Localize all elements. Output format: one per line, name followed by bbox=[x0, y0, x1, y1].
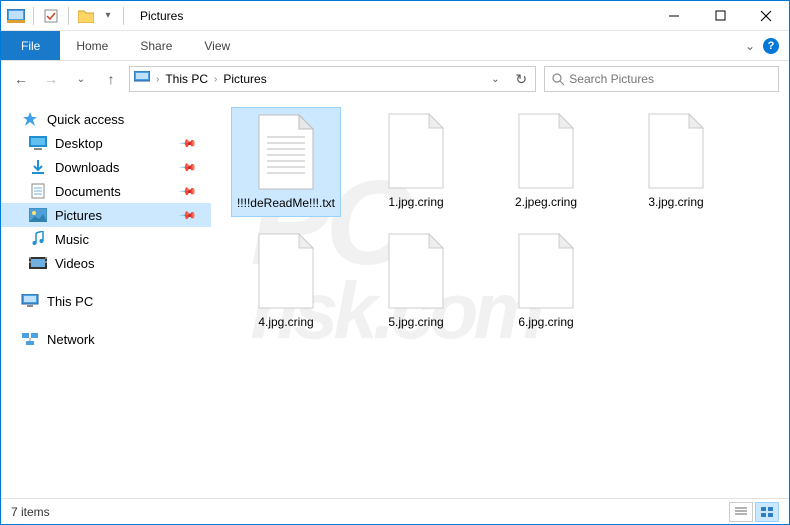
sidebar-item-label: Downloads bbox=[55, 160, 119, 175]
minimize-button[interactable] bbox=[651, 1, 697, 31]
file-label: 2.jpeg.cring bbox=[515, 195, 577, 211]
music-icon bbox=[29, 230, 47, 248]
ribbon: File Home Share View ⌄ ? bbox=[1, 31, 789, 61]
help-icon[interactable]: ? bbox=[763, 38, 779, 54]
maximize-button[interactable] bbox=[697, 1, 743, 31]
status-count: 7 items bbox=[11, 505, 50, 519]
sidebar-item-label: Videos bbox=[55, 256, 95, 271]
details-view-button[interactable] bbox=[729, 502, 753, 522]
sidebar-network[interactable]: Network bbox=[1, 327, 211, 351]
star-icon bbox=[21, 110, 39, 128]
file-tab[interactable]: File bbox=[1, 31, 60, 60]
file-list[interactable]: !!!!deReadMe!!!.txt 1.jpg.cring 2.jpeg.cri… bbox=[211, 97, 789, 499]
file-label: 1.jpg.cring bbox=[388, 195, 443, 211]
sidebar-thispc[interactable]: This PC bbox=[1, 289, 211, 313]
network-icon bbox=[21, 330, 39, 348]
search-icon bbox=[551, 72, 565, 86]
sidebar-item-label: Pictures bbox=[55, 208, 102, 223]
search-input[interactable] bbox=[569, 72, 772, 86]
documents-icon bbox=[29, 182, 47, 200]
addressbar[interactable]: › This PC › Pictures ⌄ ↻ bbox=[129, 66, 536, 92]
crumb-thispc[interactable]: This PC bbox=[161, 72, 212, 86]
pin-icon: 📌 bbox=[179, 206, 198, 225]
blank-file-icon bbox=[641, 111, 711, 191]
file-label: 3.jpg.cring bbox=[648, 195, 703, 211]
thumbnails-view-button[interactable] bbox=[755, 502, 779, 522]
sidebar-item-music[interactable]: Music bbox=[1, 227, 211, 251]
sidebar-item-pictures[interactable]: Pictures 📌 bbox=[1, 203, 211, 227]
up-button[interactable]: ↑ bbox=[101, 69, 121, 89]
file-item[interactable]: 3.jpg.cring bbox=[621, 107, 731, 217]
file-item[interactable]: 6.jpg.cring bbox=[491, 227, 601, 335]
blank-file-icon bbox=[381, 231, 451, 311]
close-button[interactable] bbox=[743, 1, 789, 31]
crumb-pictures[interactable]: Pictures bbox=[219, 72, 270, 86]
qat-properties-icon[interactable] bbox=[42, 7, 60, 25]
chevron-right-icon[interactable]: › bbox=[214, 74, 217, 85]
sidebar-item-desktop[interactable]: Desktop 📌 bbox=[1, 131, 211, 155]
file-label: 4.jpg.cring bbox=[258, 315, 313, 331]
file-item[interactable]: 2.jpeg.cring bbox=[491, 107, 601, 217]
expand-ribbon-icon[interactable]: ⌄ bbox=[745, 39, 755, 53]
statusbar: 7 items bbox=[1, 498, 789, 524]
file-item[interactable]: 4.jpg.cring bbox=[231, 227, 341, 335]
titlebar: ▾ Pictures bbox=[1, 1, 789, 31]
address-dropdown-icon[interactable]: ⌄ bbox=[485, 69, 505, 89]
thispc-crumb-icon bbox=[134, 71, 150, 87]
file-item[interactable]: !!!!deReadMe!!!.txt bbox=[231, 107, 341, 217]
recent-dropdown-icon[interactable]: ⌄ bbox=[71, 69, 91, 89]
blank-file-icon bbox=[511, 111, 581, 191]
chevron-right-icon[interactable]: › bbox=[156, 74, 159, 85]
folder-icon[interactable] bbox=[77, 7, 95, 25]
file-item[interactable]: 5.jpg.cring bbox=[361, 227, 471, 335]
searchbox[interactable] bbox=[544, 66, 779, 92]
forward-button[interactable]: → bbox=[41, 69, 61, 89]
sidebar-item-label: This PC bbox=[47, 294, 93, 309]
sidebar-quickaccess[interactable]: Quick access bbox=[1, 107, 211, 131]
file-label: 6.jpg.cring bbox=[518, 315, 573, 331]
view-tab[interactable]: View bbox=[188, 31, 246, 60]
pin-icon: 📌 bbox=[179, 182, 198, 201]
refresh-button[interactable]: ↻ bbox=[511, 69, 531, 89]
file-label: 5.jpg.cring bbox=[388, 315, 443, 331]
address-row: ← → ⌄ ↑ › This PC › Pictures ⌄ ↻ bbox=[1, 61, 789, 97]
downloads-icon bbox=[29, 158, 47, 176]
window-title: Pictures bbox=[140, 9, 183, 23]
blank-file-icon bbox=[511, 231, 581, 311]
sidebar-item-downloads[interactable]: Downloads 📌 bbox=[1, 155, 211, 179]
pin-icon: 📌 bbox=[179, 134, 198, 153]
sidebar-item-label: Desktop bbox=[55, 136, 103, 151]
blank-file-icon bbox=[381, 111, 451, 191]
pin-icon: 📌 bbox=[179, 158, 198, 177]
explorer-icon bbox=[7, 7, 25, 25]
sidebar: Quick access Desktop 📌 Downloads 📌 Docum… bbox=[1, 97, 211, 499]
home-tab[interactable]: Home bbox=[60, 31, 124, 60]
blank-file-icon bbox=[251, 231, 321, 311]
pictures-icon bbox=[29, 206, 47, 224]
sidebar-item-documents[interactable]: Documents 📌 bbox=[1, 179, 211, 203]
sidebar-item-label: Music bbox=[55, 232, 89, 247]
sidebar-item-label: Documents bbox=[55, 184, 121, 199]
qat-dropdown-icon[interactable]: ▾ bbox=[99, 7, 117, 25]
sidebar-item-videos[interactable]: Videos bbox=[1, 251, 211, 275]
sidebar-item-label: Network bbox=[47, 332, 95, 347]
sidebar-item-label: Quick access bbox=[47, 112, 124, 127]
desktop-icon bbox=[29, 134, 47, 152]
back-button[interactable]: ← bbox=[11, 69, 31, 89]
file-label: !!!!deReadMe!!!.txt bbox=[237, 196, 335, 212]
thispc-icon bbox=[21, 292, 39, 310]
file-item[interactable]: 1.jpg.cring bbox=[361, 107, 471, 217]
share-tab[interactable]: Share bbox=[124, 31, 188, 60]
text-file-icon bbox=[251, 112, 321, 192]
videos-icon bbox=[29, 254, 47, 272]
